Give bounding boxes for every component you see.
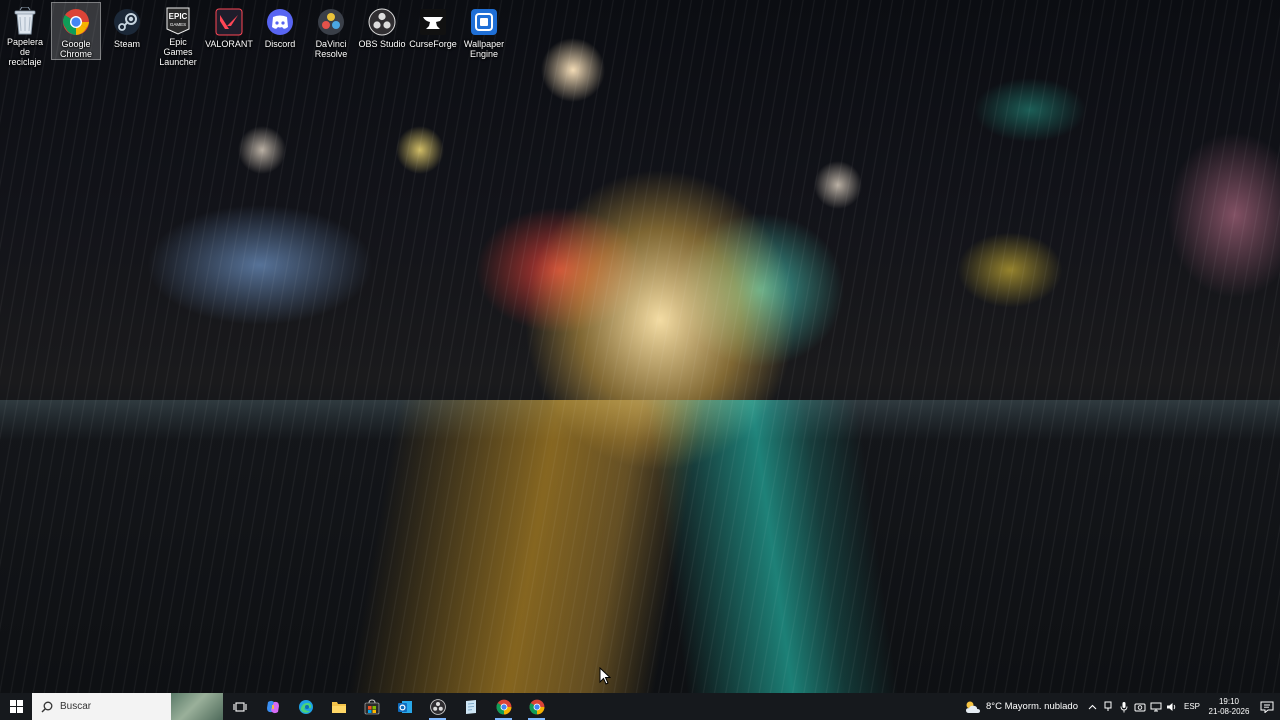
desktop-icon-label: OBS Studio [358, 39, 406, 49]
input-language[interactable]: ESP [1180, 702, 1204, 711]
desktop-icon-wallpaper-engine[interactable]: Wallpaper Engine [459, 2, 509, 60]
weather-text: 8°C Mayorm. nublado [986, 701, 1078, 712]
search-placeholder: Buscar [60, 701, 92, 712]
desktop-icon-curseforge[interactable]: CurseForge [408, 2, 458, 60]
recycle-bin-icon [10, 7, 40, 35]
clock-time: 19:10 [1218, 696, 1240, 706]
tray-microphone[interactable] [1116, 693, 1132, 720]
weather-widget[interactable]: 8°C Mayorm. nublado [960, 700, 1084, 714]
mouse-cursor-icon [599, 667, 611, 685]
copilot-icon [266, 700, 279, 713]
task-view-icon [232, 701, 247, 712]
obs-icon [429, 698, 446, 715]
windows-logo-icon [9, 700, 23, 713]
notification-icon [1260, 701, 1274, 713]
camera-icon [1134, 703, 1146, 711]
desktop-icon-recycle-bin[interactable]: Papelera de reciclaje [0, 2, 50, 67]
steam-icon [112, 7, 142, 37]
store-icon [364, 698, 379, 714]
obs-icon [367, 7, 397, 37]
taskbar: Buscar 8°C Mayorm. nublado ESP 19:10 21-… [0, 693, 1280, 720]
notes-icon [465, 699, 476, 714]
desktop-icon-label: Steam [113, 39, 140, 49]
taskbar-copilot[interactable] [256, 693, 289, 720]
start-button[interactable] [0, 693, 32, 720]
chevron-up-icon [1088, 704, 1096, 709]
tray-network[interactable] [1148, 693, 1164, 720]
taskbar-obs-studio[interactable] [421, 693, 454, 720]
desktop-icon-google-chrome[interactable]: Google Chrome [51, 2, 101, 60]
desktop-icon-label: Epic Games Launcher [159, 37, 197, 67]
show-hidden-icons-button[interactable] [1084, 693, 1100, 720]
desktop-icon-label: Wallpaper Engine [463, 39, 505, 59]
taskbar-file-explorer[interactable] [322, 693, 355, 720]
desktop-icon-valorant[interactable]: VALORANT [204, 2, 254, 60]
clock-date: 21-08-2026 [1208, 706, 1250, 716]
chrome-icon [496, 699, 511, 714]
desktop-icon-label: Papelera de reciclaje [6, 37, 44, 67]
taskbar-clock[interactable]: 19:10 21-08-2026 [1204, 697, 1254, 717]
desktop-icons: Papelera de reciclaje Google Chrome Stea… [0, 2, 509, 67]
file-explorer-icon [331, 701, 346, 713]
edge-icon [298, 699, 313, 714]
taskbar-notes[interactable] [454, 693, 487, 720]
chrome-icon [529, 699, 544, 714]
system-tray: 8°C Mayorm. nublado ESP 19:10 21-08-2026 [960, 693, 1280, 720]
chrome-icon [61, 7, 91, 37]
search-highlight-image [171, 693, 223, 720]
cloudy-sun-icon [966, 701, 981, 713]
taskbar-store[interactable] [355, 693, 388, 720]
wallpaper-engine-icon [469, 7, 499, 37]
desktop-icon-label: Google Chrome [59, 39, 92, 59]
task-view-button[interactable] [223, 693, 256, 720]
desktop-icon-label: VALORANT [205, 39, 253, 49]
desktop-icon-obs-studio[interactable]: OBS Studio [357, 2, 407, 60]
tray-volume[interactable] [1164, 693, 1180, 720]
taskbar-search-box[interactable]: Buscar [32, 693, 223, 720]
desktop-icon-steam[interactable]: Steam [102, 2, 152, 60]
desktop-icon-epic-games[interactable]: EPIC GAMES Epic Games Launcher [153, 2, 203, 67]
notification-center-button[interactable] [1254, 693, 1280, 720]
svg-text:GAMES: GAMES [170, 22, 186, 27]
outlook-icon [397, 700, 412, 713]
curseforge-icon [418, 7, 448, 37]
tray-usb[interactable] [1100, 693, 1116, 720]
microphone-icon [1120, 701, 1128, 712]
desktop-icon-label: CurseForge [409, 39, 457, 49]
desktop-icon-davinci-resolve[interactable]: DaVinci Resolve [306, 2, 356, 60]
valorant-icon [214, 7, 244, 37]
desktop-icon-label: DaVinci Resolve [314, 39, 348, 59]
davinci-resolve-icon [316, 7, 346, 37]
usb-icon [1104, 701, 1112, 711]
tray-camera[interactable] [1132, 693, 1148, 720]
taskbar-chrome[interactable] [487, 693, 520, 720]
svg-text:EPIC: EPIC [169, 12, 188, 21]
desktop-icon-label: Discord [264, 39, 296, 49]
discord-icon [265, 7, 295, 37]
wallpaper-rain [0, 0, 1280, 693]
taskbar-outlook[interactable] [388, 693, 421, 720]
desktop-icon-discord[interactable]: Discord [255, 2, 305, 60]
taskbar-chrome-profile[interactable] [520, 693, 553, 720]
epic-games-icon: EPIC GAMES [163, 7, 193, 35]
volume-icon [1167, 702, 1176, 711]
taskbar-edge[interactable] [289, 693, 322, 720]
network-icon [1150, 702, 1162, 711]
desktop-wallpaper [0, 0, 1280, 693]
search-icon [41, 701, 53, 712]
